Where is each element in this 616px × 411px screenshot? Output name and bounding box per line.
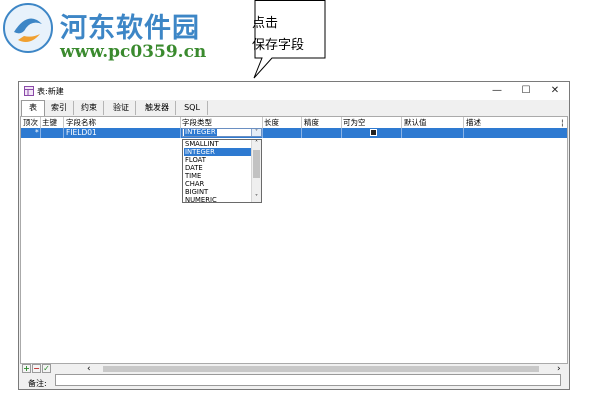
column-header-description[interactable]: 描述 <box>466 117 481 128</box>
dropdown-option-numeric[interactable]: NUMERIC <box>184 196 253 204</box>
column-header-length[interactable]: 长度 <box>264 117 279 128</box>
column-header-field-name[interactable]: 字段名称 <box>66 117 96 128</box>
table-row[interactable] <box>21 128 567 138</box>
watermark-logo-icon <box>3 3 53 53</box>
scroll-left-icon[interactable]: ‹ <box>87 364 91 374</box>
scroll-right-icon[interactable]: › <box>557 364 561 374</box>
cell-divider <box>463 128 464 138</box>
dropdown-option-integer[interactable]: INTEGER <box>184 148 253 156</box>
title-bar: 表:新建 — ☐ ✕ <box>19 82 569 100</box>
remark-label: 备注: <box>28 379 47 388</box>
tab-constraint[interactable]: 约束 <box>75 101 104 115</box>
fields-grid[interactable]: 顶次 主键 字段名称 字段类型 长度 精度 可为空 默认值 描述 ¦ * FIE… <box>20 116 568 364</box>
column-header-precision[interactable]: 精度 <box>304 117 319 128</box>
remark-input[interactable] <box>55 374 561 386</box>
header-divider <box>301 117 302 128</box>
dropdown-option-smallint[interactable]: SMALLINT <box>184 140 253 148</box>
dropdown-scroll-thumb[interactable] <box>253 150 260 178</box>
cell-divider <box>180 128 181 138</box>
add-field-button[interactable]: + <box>22 364 31 373</box>
header-divider <box>341 117 342 128</box>
header-divider <box>463 117 464 128</box>
cell-divider <box>301 128 302 138</box>
dropdown-option-bigint[interactable]: BIGINT <box>184 188 253 196</box>
table-editor-window: 表:新建 — ☐ ✕ 表 索引 约束 验证 触发器 SQL 顶次 主键 字段名称… <box>18 81 570 390</box>
column-header-field-type[interactable]: 字段类型 <box>182 117 212 128</box>
header-divider <box>262 117 263 128</box>
column-header-primary-key[interactable]: 主键 <box>42 117 57 128</box>
watermark-site-name: 河东软件园 <box>60 13 200 44</box>
tab-trigger[interactable]: 触发器 <box>139 101 176 115</box>
scroll-up-icon[interactable]: ˄ <box>252 140 261 148</box>
header-divider <box>63 117 64 128</box>
tab-validation[interactable]: 验证 <box>107 101 136 115</box>
chevron-down-icon[interactable]: ˅ <box>251 129 261 136</box>
cell-divider <box>341 128 342 138</box>
maximize-button[interactable]: ☐ <box>515 84 537 98</box>
minimize-button[interactable]: — <box>486 84 508 98</box>
dropdown-option-date[interactable]: DATE <box>184 164 253 172</box>
column-header-nullable[interactable]: 可为空 <box>343 117 366 128</box>
scroll-down-icon[interactable]: ˅ <box>252 194 261 202</box>
row-marker: * <box>35 128 39 137</box>
dropdown-option-char[interactable]: CHAR <box>184 180 253 188</box>
cell-divider <box>262 128 263 138</box>
table-icon <box>24 86 34 96</box>
remove-field-button[interactable]: − <box>32 364 41 373</box>
field-type-selected-value: INTEGER <box>184 128 217 136</box>
field-type-dropdown-list[interactable]: SMALLINT INTEGER FLOAT DATE TIME CHAR BI… <box>182 139 262 204</box>
callout-line-1: 点击 <box>252 16 279 31</box>
field-type-select[interactable]: INTEGER ˅ <box>182 128 262 137</box>
header-divider <box>180 117 181 128</box>
callout-line-2: 保存字段 <box>252 38 305 53</box>
dropdown-scrollbar[interactable]: ˄ ˅ <box>251 140 261 202</box>
header-divider <box>401 117 402 128</box>
watermark-url: www.pc0359.cn <box>60 42 207 62</box>
header-overflow-marker: ¦ <box>561 118 564 127</box>
dropdown-option-time[interactable]: TIME <box>184 172 253 180</box>
field-name-cell[interactable]: FIELD01 <box>66 128 97 138</box>
horizontal-scrollbar[interactable]: ‹ › <box>83 364 567 374</box>
close-button[interactable]: ✕ <box>544 84 566 98</box>
horizontal-scroll-thumb[interactable] <box>103 366 539 372</box>
header-divider <box>40 117 41 128</box>
grid-footer: + − ✓ ‹ › <box>20 364 568 374</box>
cell-divider <box>63 128 64 138</box>
window-title: 表:新建 <box>37 87 64 96</box>
dropdown-option-float[interactable]: FLOAT <box>184 156 253 164</box>
tab-index[interactable]: 索引 <box>45 101 74 115</box>
cell-divider <box>40 128 41 138</box>
cell-divider <box>401 128 402 138</box>
confirm-field-button[interactable]: ✓ <box>42 364 51 373</box>
tab-sql[interactable]: SQL <box>177 101 208 115</box>
tab-strip: 表 索引 约束 验证 触发器 SQL <box>19 100 569 117</box>
nullable-checkbox[interactable] <box>370 129 377 136</box>
column-header-order[interactable]: 顶次 <box>23 117 38 128</box>
column-header-default[interactable]: 默认值 <box>404 117 427 128</box>
tab-table[interactable]: 表 <box>21 100 45 117</box>
